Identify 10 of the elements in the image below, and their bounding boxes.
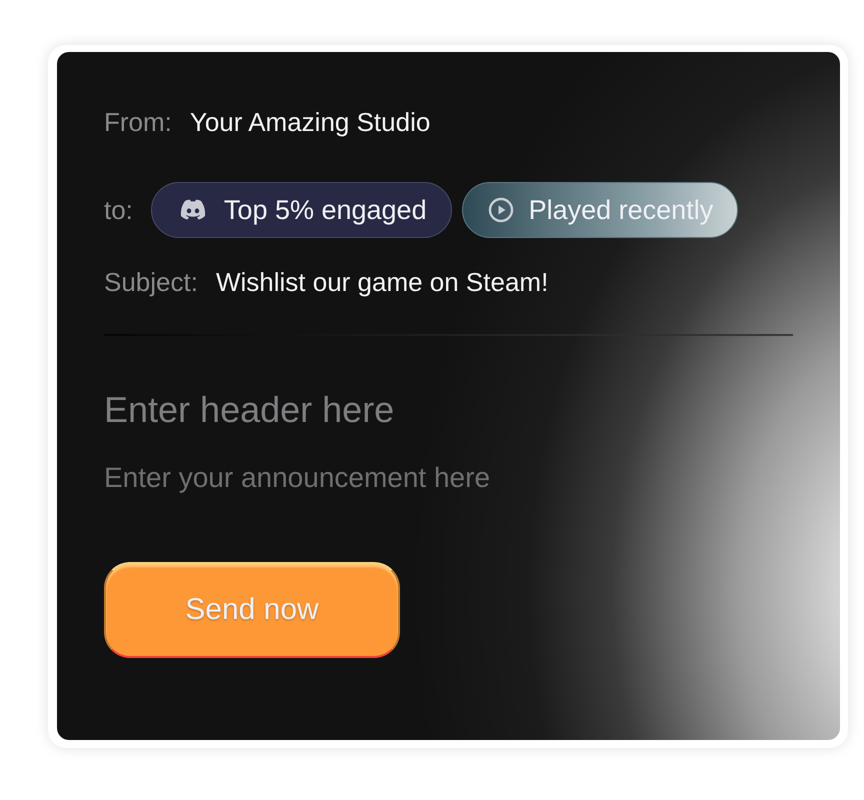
recipient-chip[interactable]: Played recently (462, 182, 738, 238)
to-label: to: (104, 194, 133, 226)
recipient-chip[interactable]: Top 5% engaged (150, 182, 452, 238)
from-label: From: (104, 106, 172, 138)
subject-text: Wishlist our game on Steam! (216, 266, 548, 298)
sender-name: Your Amazing Studio (190, 106, 430, 138)
header-field[interactable]: Enter header here (104, 386, 704, 434)
play-icon (486, 196, 515, 224)
subject-label: Subject: (104, 266, 198, 298)
announcement-field[interactable]: Enter your announcement here (104, 458, 704, 498)
